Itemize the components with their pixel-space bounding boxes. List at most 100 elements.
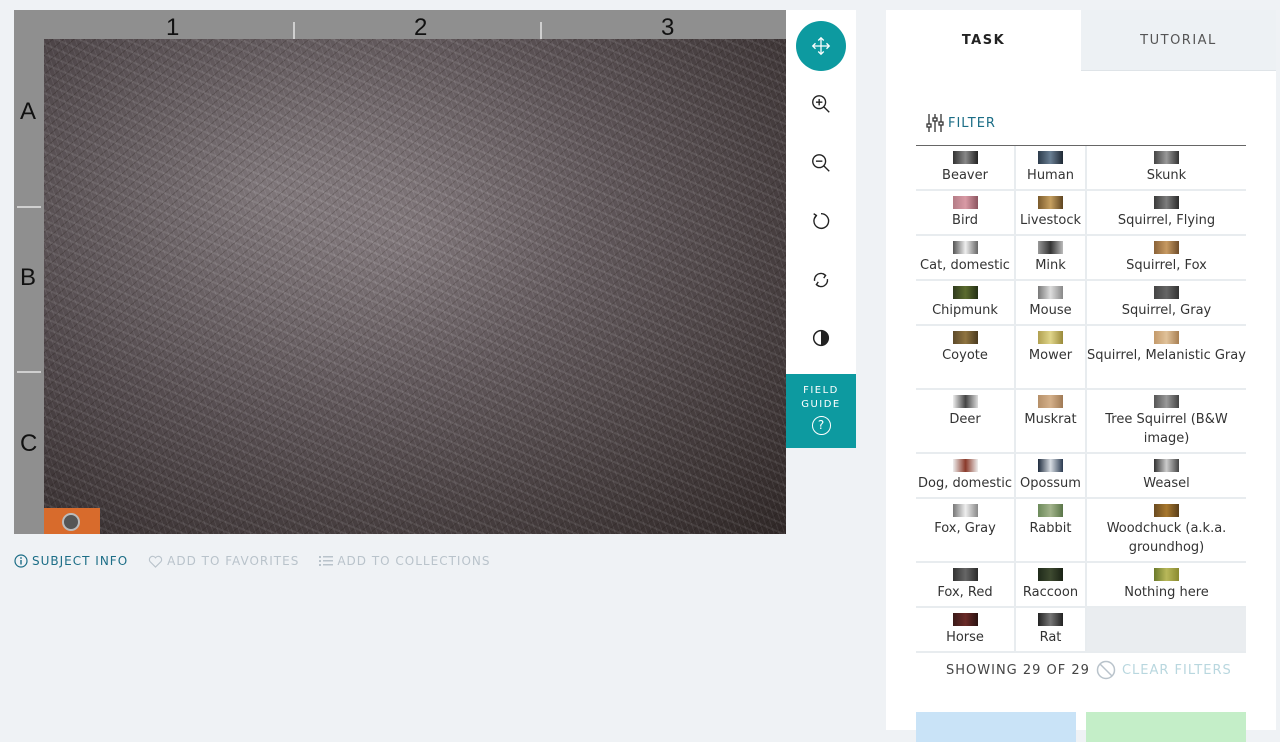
species-thumbnail [952,196,978,209]
choice-label: Beaver [942,168,988,183]
choice-label: Raccoon [1022,585,1079,600]
choice-tree-squirrel-bw[interactable]: Tree Squirrel (B&W image) [1087,390,1246,454]
invert-button[interactable] [796,313,846,363]
choice-squirrel-fox[interactable]: Squirrel, Fox [1087,236,1246,281]
field-guide-button[interactable]: FIELD GUIDE ? [786,374,856,448]
zoom-out-icon [812,154,830,172]
choice-woodchuck[interactable]: Woodchuck (a.k.a. groundhog) [1087,499,1246,563]
task-panel: TASK TUTORIAL FILTER Beaver Human Skunk … [886,10,1276,742]
tab-bar: TASK TUTORIAL [886,10,1276,71]
row-label-b: B [20,264,37,291]
choice-label: Horse [946,630,984,645]
choice-raccoon[interactable]: Raccoon [1016,563,1087,608]
rotate-icon [813,212,830,229]
species-thumbnail [1154,459,1179,472]
species-grid: Beaver Human Skunk Bird Livestock Squirr… [916,146,1246,653]
info-icon [14,554,28,568]
subject-info-button[interactable]: SUBJECT INFO [14,554,128,568]
column-label-2: 2 [414,14,428,41]
choice-squirrel-gray[interactable]: Squirrel, Gray [1087,281,1246,326]
choice-fox-red[interactable]: Fox, Red [916,563,1016,608]
choice-label: Cat, domestic [920,258,1010,273]
done-and-talk-button[interactable] [916,712,1076,742]
choice-opossum[interactable]: Opossum [1016,454,1087,499]
choice-label: Mink [1035,258,1066,273]
subject-meta-bar: SUBJECT INFO ADD TO FAVORITES ADD TO COL… [14,554,491,568]
species-thumbnail [952,151,978,164]
choice-livestock[interactable]: Livestock [1016,191,1087,236]
choice-label: Dog, domestic [918,476,1012,491]
species-thumbnail [1038,568,1063,581]
choice-human[interactable]: Human [1016,146,1087,191]
field-guide-label: FIELD [803,385,839,396]
choice-fox-gray[interactable]: Fox, Gray [916,499,1016,563]
species-thumbnail [952,613,978,626]
species-thumbnail [1154,395,1179,408]
choice-squirrel-melanistic-gray[interactable]: Squirrel, Melanistic Gray [1087,326,1246,390]
species-thumbnail [952,504,978,517]
choice-beaver[interactable]: Beaver [916,146,1016,191]
choice-cat-domestic[interactable]: Cat, domestic [916,236,1016,281]
choice-skunk[interactable]: Skunk [1087,146,1246,191]
tab-task[interactable]: TASK [886,10,1081,70]
choice-mower[interactable]: Mower [1016,326,1087,390]
species-thumbnail [1154,504,1179,517]
choice-horse[interactable]: Horse [916,608,1016,653]
choice-squirrel-flying[interactable]: Squirrel, Flying [1087,191,1246,236]
empty-cell [1087,608,1246,653]
choice-rat[interactable]: Rat [1016,608,1087,653]
choice-label: Nothing here [1124,585,1209,600]
choice-muskrat[interactable]: Muskrat [1016,390,1087,454]
zoom-out-button[interactable] [796,138,846,188]
species-thumbnail [1038,459,1063,472]
tab-tutorial[interactable]: TUTORIAL [1081,10,1276,71]
choice-dog-domestic[interactable]: Dog, domestic [916,454,1016,499]
choice-label: Fox, Red [937,585,993,600]
species-thumbnail [1154,286,1179,299]
choice-label: Chipmunk [932,303,998,318]
species-thumbnail [1038,196,1063,209]
choice-label: Fox, Gray [934,521,996,536]
filter-button[interactable]: FILTER [926,113,996,133]
add-favorites-button[interactable]: ADD TO FAVORITES [148,554,299,568]
choice-rabbit[interactable]: Rabbit [1016,499,1087,563]
species-thumbnail [1154,241,1179,254]
species-thumbnail [1038,395,1063,408]
rotate-button[interactable] [796,196,846,246]
choice-mink[interactable]: Mink [1016,236,1087,281]
choice-label: Human [1027,168,1074,183]
image-toolbar [786,10,856,374]
species-thumbnail [1154,196,1179,209]
species-thumbnail [1038,613,1063,626]
choice-deer[interactable]: Deer [916,390,1016,454]
add-favorites-label: ADD TO FAVORITES [167,554,300,568]
done-button[interactable] [1086,712,1246,742]
zoom-in-button[interactable] [796,79,846,129]
choice-label: Mower [1028,348,1073,363]
species-thumbnail [1038,504,1063,517]
choice-label: Rat [1039,630,1062,645]
row-label-a: A [20,98,37,125]
row-divider [17,371,41,373]
camera-trap-image[interactable] [44,39,786,534]
choice-coyote[interactable]: Coyote [916,326,1016,390]
choice-weasel[interactable]: Weasel [1087,454,1246,499]
choice-nothing-here[interactable]: Nothing here [1087,563,1246,608]
showing-label: SHOWING 29 OF 29 [946,662,1090,678]
column-label-1: 1 [166,14,180,41]
add-collections-button[interactable]: ADD TO COLLECTIONS [319,554,490,568]
choice-label: Coyote [942,348,988,363]
reset-button[interactable] [796,255,846,305]
choice-label: Squirrel, Gray [1121,303,1212,318]
species-thumbnail [1038,331,1063,344]
move-button[interactable] [796,21,846,71]
choice-label: Livestock [1019,213,1082,228]
choice-chipmunk[interactable]: Chipmunk [916,281,1016,326]
species-thumbnail [1038,241,1063,254]
list-icon [319,556,334,566]
choice-bird[interactable]: Bird [916,191,1016,236]
choice-mouse[interactable]: Mouse [1016,281,1087,326]
species-thumbnail [1038,151,1063,164]
clear-filters-button[interactable]: CLEAR FILTERS [1096,660,1232,680]
field-guide-label: GUIDE [801,399,841,410]
